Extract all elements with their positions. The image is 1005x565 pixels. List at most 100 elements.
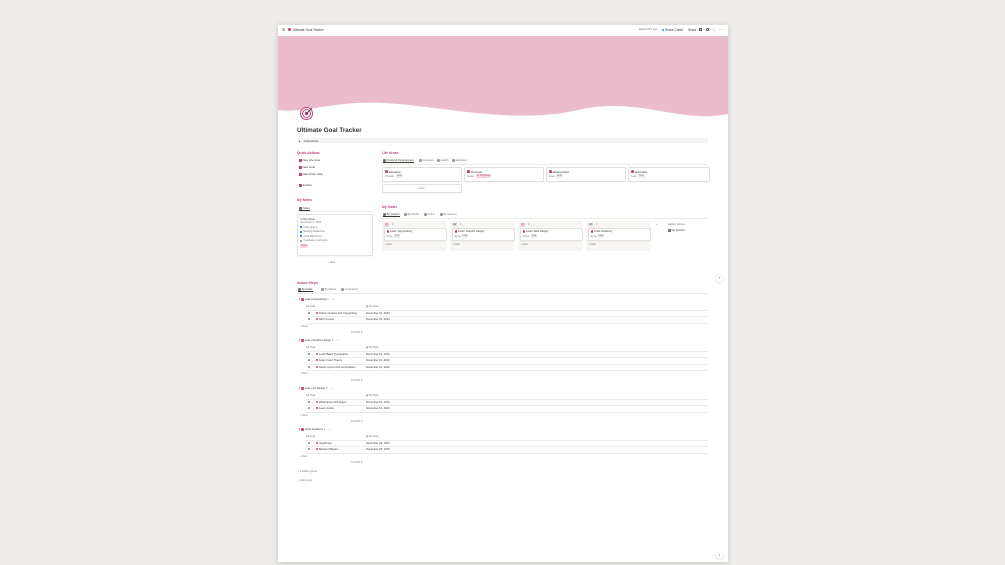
goal-column-new[interactable]: + New (521, 243, 528, 246)
more-options-icon[interactable]: ··· (719, 27, 723, 32)
note-checkbox-4[interactable] (300, 239, 303, 242)
quick-action-new-goal[interactable]: New Goal (299, 165, 315, 169)
goals-tab-active[interactable]: Active (424, 213, 435, 216)
comments-icon[interactable] (699, 28, 702, 31)
task-date[interactable]: November 21, 2023 (366, 359, 390, 362)
task-date[interactable]: November 23, 2023 (366, 318, 390, 321)
group-more-icon[interactable]: ··· + (326, 428, 331, 431)
column-date-header[interactable]: ▦ Do Date (366, 394, 379, 397)
goal-column-new[interactable]: + New (453, 243, 460, 246)
row-checkbox[interactable] (308, 352, 311, 355)
goal-column-header[interactable]: Q1 (384, 222, 390, 227)
note-checkbox-3[interactable] (300, 235, 303, 238)
group-new-row[interactable]: + New (300, 414, 307, 417)
table-row[interactable]: Learn Color Theory (316, 359, 342, 362)
quick-action-new-step[interactable]: New Action Step (299, 172, 323, 176)
group-header[interactable]: ▼ Code Academy 2 ··· + (298, 428, 331, 431)
goal-column-new[interactable]: + New (385, 243, 392, 246)
hidden-group-no-quarter[interactable]: No Quarter (668, 229, 685, 232)
table-row[interactable]: Study Layout and Composition (316, 366, 356, 369)
task-date[interactable]: November 16, 2023 (366, 312, 390, 315)
instructions-toggle[interactable]: ▸ Instructions (297, 138, 708, 143)
column-task-header[interactable]: Task (310, 435, 315, 438)
group-header[interactable]: ▼ Learn Copywriting 2 ··· + (298, 298, 334, 301)
goal-card[interactable]: Code Academy Done Low (587, 228, 651, 241)
table-row[interactable]: Learn Action (316, 407, 334, 410)
row-checkbox[interactable] (308, 311, 311, 314)
group-more-icon[interactable]: ··· + (334, 339, 339, 342)
life-area-card[interactable]: Relationships Goal Low (546, 167, 626, 182)
life-area-card[interactable]: Spirituality Goal Low (628, 167, 710, 182)
group-new-row[interactable]: + New (300, 372, 307, 375)
group-new-row[interactable]: + New (300, 325, 307, 328)
add-group-button[interactable]: + Add group (298, 479, 312, 482)
column-date-header[interactable]: ▦ Do Date (366, 305, 379, 308)
help-bottom-icon[interactable]: ? (716, 552, 723, 559)
goal-card[interactable]: Learn Copywriting Done Low (383, 228, 447, 241)
goals-tab-by-month[interactable]: By Month (404, 213, 419, 216)
goal-column-new[interactable]: + New (589, 243, 596, 246)
task-date[interactable]: December 19, 2023 (366, 353, 390, 356)
task-date[interactable]: November 16, 2023 (366, 366, 390, 369)
group-calculation[interactable]: COUNT 3 (351, 331, 362, 334)
group-more-icon[interactable]: ··· + (328, 387, 333, 390)
column-date-header[interactable]: ▦ Do Date (366, 346, 379, 349)
table-row[interactable]: Wireframes with Figma (316, 401, 346, 404)
group-new-row[interactable]: + New (300, 455, 307, 458)
group-calculation[interactable]: COUNT 3 (351, 420, 362, 423)
row-checkbox[interactable] (308, 318, 311, 321)
task-date[interactable]: November 16, 2023 (366, 401, 390, 404)
column-task-header[interactable]: Task (310, 305, 315, 308)
action-tab-by-status[interactable]: By Status (321, 288, 336, 291)
goal-column-header[interactable]: Q2 (452, 222, 458, 227)
row-checkbox[interactable] (308, 365, 311, 368)
life-areas-tab-education[interactable]: Education (452, 159, 468, 162)
table-row[interactable]: JavaScript (316, 442, 332, 445)
life-area-new-card[interactable]: + New (382, 184, 462, 193)
row-checkbox[interactable] (308, 407, 311, 410)
task-date[interactable]: November 16, 2023 (366, 407, 390, 410)
notes-new-button[interactable]: + New (328, 261, 335, 264)
quick-action-new-life-area[interactable]: New Life Area (299, 158, 320, 162)
page-target-icon[interactable] (300, 107, 313, 120)
action-tab-completed[interactable]: Completed (341, 288, 358, 291)
share-button[interactable]: Share (688, 28, 697, 32)
note-checkbox-2[interactable] (300, 230, 303, 233)
life-area-card[interactable]: Education 3 Goals Low (382, 167, 462, 182)
table-row[interactable]: Backend Basics (316, 448, 338, 451)
favorite-icon[interactable]: ☆ (712, 28, 715, 32)
row-checkbox[interactable] (308, 441, 311, 444)
life-areas-tab-finances[interactable]: Finances (419, 159, 434, 162)
goals-tab-by-quarter-2[interactable]: By Quarter (440, 213, 457, 216)
group-calculation[interactable]: COUNT 3 (351, 461, 362, 464)
updates-icon[interactable] (706, 28, 709, 31)
goal-column-header[interactable]: Q4 (588, 222, 594, 227)
goal-card[interactable]: Learn Web Design Active Low (519, 228, 583, 241)
row-checkbox[interactable] (308, 448, 311, 451)
row-checkbox[interactable] (308, 400, 311, 403)
page-title[interactable]: Ultimate Goal Tracker (297, 127, 362, 134)
note-checkbox-1[interactable] (300, 226, 303, 229)
group-more-icon[interactable]: ··· + (329, 298, 334, 301)
life-area-card[interactable]: Personal Active In Progress (464, 167, 544, 182)
help-icon[interactable]: ? (716, 275, 723, 282)
share-credit-link[interactable]: Share Credit (662, 28, 683, 32)
table-row[interactable]: Learn Basic Typography (316, 353, 348, 356)
goal-card[interactable]: Learn Graphic Design Done Low (451, 228, 515, 241)
task-date[interactable]: November 29, 2023 (366, 448, 390, 451)
sidebar-toggle-icon[interactable]: ☰ (282, 28, 285, 32)
column-date-header[interactable]: ▦ Do Date (366, 435, 379, 438)
group-calculation[interactable]: COUNT 3 (351, 379, 362, 382)
table-row[interactable]: Define Content and Copywriting (316, 312, 357, 315)
group-header[interactable]: ▼ Learn Graphic Design 3 ··· + (298, 339, 339, 342)
task-date[interactable]: December 29, 2023 (366, 442, 390, 445)
goal-column-header[interactable]: Q3 (520, 222, 526, 227)
quick-action-archive[interactable]: Archive (299, 183, 312, 187)
life-areas-tab-personal-development[interactable]: Personal Development (383, 159, 414, 164)
column-task-header[interactable]: Task (310, 346, 315, 349)
group-header[interactable]: ▼ Learn UX Design 2 ··· + (298, 387, 333, 390)
breadcrumb-page-title[interactable]: Ultimate Goal Tracker (293, 28, 324, 32)
row-checkbox[interactable] (308, 359, 311, 362)
action-tab-by-goals[interactable]: By Goals (298, 288, 313, 293)
column-task-header[interactable]: Task (310, 394, 315, 397)
